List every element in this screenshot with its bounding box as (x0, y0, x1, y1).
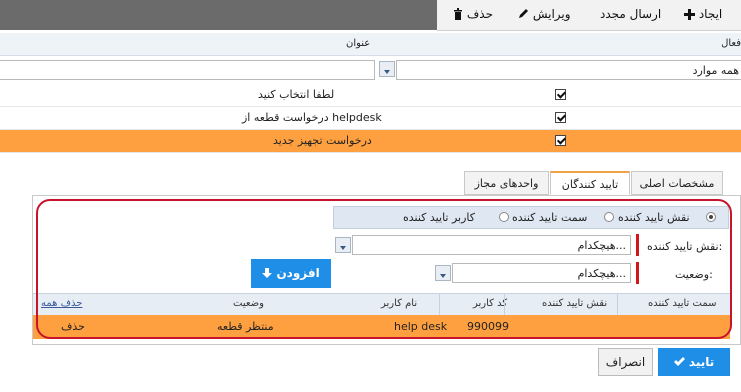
radio-position-label[interactable]: سمت تایید کننده (512, 211, 587, 224)
role-select-value: هیچکدام... (577, 239, 626, 252)
create-button[interactable]: ایجاد (684, 7, 722, 21)
tab-main-specs[interactable]: مشخصات اصلی (631, 171, 723, 195)
header-position: سمت تایید کننده (648, 298, 717, 309)
edit-label: ویرایش (532, 7, 571, 21)
required-marker (636, 234, 639, 256)
row-active-checkbox[interactable] (555, 89, 566, 100)
check-icon (673, 357, 685, 366)
tab-approvers-label: تایید کنندگان (561, 178, 619, 191)
required-marker (636, 262, 639, 284)
column-title-header[interactable]: عنوان (346, 38, 370, 49)
row-active-checkbox[interactable] (555, 112, 566, 123)
row-title: درخواست تجهیز جدید (273, 134, 372, 147)
header-user-code: کد کاربر (473, 298, 508, 309)
edit-button[interactable]: ویرایش (517, 7, 571, 21)
tab-main-specs-label: مشخصات اصلی (639, 177, 715, 190)
create-label: ایجاد (698, 7, 723, 21)
row-title: لطفا انتخاب کنید (258, 88, 335, 101)
role-select[interactable]: هیچکدام... (352, 235, 631, 255)
confirm-label: تایید (688, 355, 715, 369)
column-divider (504, 293, 505, 315)
grid-row[interactable]: لطفا انتخاب کنید (0, 84, 741, 107)
cell-user-name: help desk (394, 320, 448, 333)
grid-row-selected[interactable]: درخواست تجهیز جدید (0, 130, 741, 153)
role-label: نقش تایید کننده: (647, 240, 723, 253)
table-row[interactable]: 990099 help desk منتظر قطعه حذف (33, 315, 730, 339)
radio-role[interactable] (706, 212, 716, 222)
status-select[interactable]: هیچکدام... (452, 263, 631, 283)
confirm-button[interactable]: تایید (658, 348, 730, 376)
delete-all-link[interactable]: حذف همه (41, 298, 82, 309)
grid-row[interactable]: درخواست قطعه از helpdesk (0, 107, 741, 130)
column-divider (439, 293, 440, 315)
plus-icon (684, 9, 695, 20)
toolbar: ایجاد ارسال مجدد ویرایش حذف (437, 0, 741, 31)
title-filter-input[interactable] (0, 60, 375, 80)
header-user-name: نام کاربر (381, 298, 418, 309)
tab-allowed-units[interactable]: واحدهای مجاز (464, 171, 549, 195)
add-label: افزودن (276, 266, 320, 280)
role-dropdown-button[interactable] (335, 237, 351, 253)
column-active-header[interactable]: فعال (721, 38, 741, 49)
row-title: درخواست قطعه از helpdesk (242, 111, 382, 124)
status-label: وضعیت: (675, 268, 713, 281)
resend-button[interactable]: ارسال مجدد (600, 7, 661, 21)
row-active-checkbox[interactable] (555, 135, 566, 146)
header-role: نقش تایید کننده (542, 298, 608, 309)
approvers-table-header: سمت تایید کننده نقش تایید کننده کد کاربر… (33, 293, 730, 317)
radio-user[interactable] (499, 212, 509, 222)
active-filter-select[interactable]: همه موارد (396, 60, 741, 80)
row-delete-link[interactable]: حذف (61, 320, 85, 333)
column-divider (617, 293, 618, 315)
header-status: وضعیت (233, 298, 264, 309)
resend-label: ارسال مجدد (600, 7, 662, 21)
active-filter-value: همه موارد (692, 64, 739, 77)
radio-role-label[interactable]: نقش تایید کننده (618, 211, 690, 224)
status-dropdown-button[interactable] (435, 265, 451, 281)
grid-header: فعال عنوان (0, 33, 741, 56)
delete-label: حذف (466, 7, 493, 21)
cancel-button[interactable]: انصراف (598, 348, 653, 376)
cell-user-code: 990099 (467, 320, 509, 333)
add-button[interactable]: افزودن (251, 259, 331, 288)
cell-status: منتظر قطعه (217, 320, 274, 333)
approver-type-radio-group: نقش تایید کننده سمت تایید کننده کاربر تا… (333, 206, 729, 229)
arrow-down-icon (262, 268, 273, 278)
cancel-label: انصراف (605, 355, 646, 369)
tab-approvers[interactable]: تایید کنندگان (550, 171, 630, 195)
grid-filter-row: همه موارد (0, 56, 741, 82)
status-select-value: هیچکدام... (577, 267, 626, 280)
radio-user-label[interactable]: کاربر تایید کننده (403, 211, 475, 224)
radio-position[interactable] (604, 212, 614, 222)
trash-icon (454, 8, 462, 20)
pencil-icon (519, 9, 528, 18)
delete-button[interactable]: حذف (453, 7, 493, 21)
active-filter-dropdown[interactable] (379, 61, 395, 77)
tab-allowed-units-label: واحدهای مجاز (474, 177, 539, 190)
